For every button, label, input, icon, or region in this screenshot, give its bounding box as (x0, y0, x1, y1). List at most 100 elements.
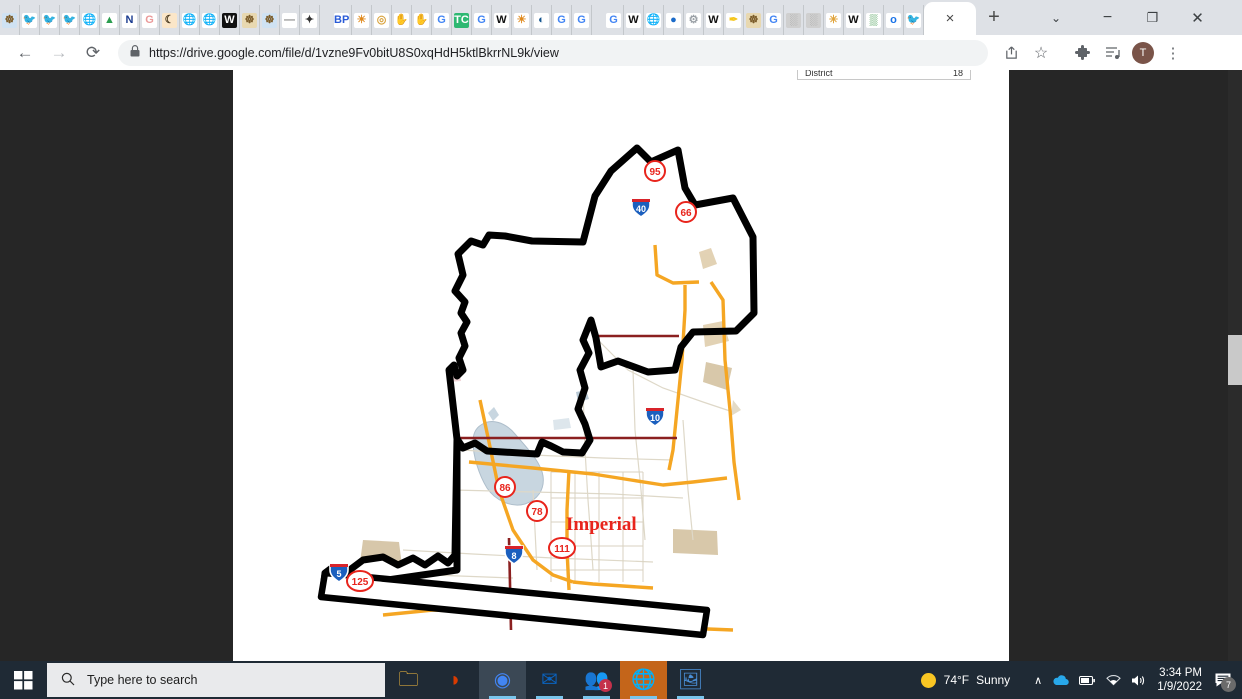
globe-tab[interactable]: 🌐 (200, 5, 220, 35)
favicon-icon: G (606, 12, 621, 28)
blurred-tab[interactable]: ░ (804, 5, 824, 35)
sunburst-tab[interactable]: ◎ (372, 5, 392, 35)
weather-temp: 74°F (943, 673, 970, 687)
google-tab[interactable]: G (552, 5, 572, 35)
notification-center-button[interactable]: 7 (1214, 672, 1236, 692)
close-icon[interactable]: × (946, 11, 955, 26)
favicon-icon: ✒ (726, 12, 741, 28)
bookmark-star-icon[interactable]: ☆ (1026, 38, 1056, 68)
favicon-icon: ▲ (102, 12, 117, 28)
start-button[interactable] (0, 661, 47, 699)
wikipedia-tab[interactable]: W (844, 5, 864, 35)
globe-tab[interactable]: 🌐 (80, 5, 100, 35)
browser-menu-icon[interactable]: ⋮ (1158, 38, 1188, 68)
maximize-button[interactable]: ❐ (1130, 0, 1175, 35)
globe-tab[interactable]: 🌐 (180, 5, 200, 35)
wikipedia-tab[interactable]: W (220, 5, 240, 35)
tc-tab[interactable]: TC (452, 5, 472, 35)
hand-tab[interactable]: ✋ (412, 5, 432, 35)
texas-tab[interactable]: ✦ (300, 5, 320, 35)
favicon-icon: ✋ (414, 12, 429, 28)
forward-icon[interactable]: → (42, 36, 76, 70)
blurred-tab[interactable]: ░ (784, 5, 804, 35)
bluesky-tab[interactable]: ● (664, 5, 684, 35)
address-bar[interactable]: https://drive.google.com/file/d/1vzne9Fv… (118, 39, 988, 66)
avatar[interactable]: T (1132, 41, 1154, 64)
media-list-icon[interactable] (1098, 38, 1128, 68)
back-icon[interactable]: ← (8, 36, 42, 70)
svg-text:86: 86 (499, 483, 511, 494)
twitter-tab[interactable]: 🐦 (20, 5, 40, 35)
globe-tab[interactable]: 🌐 (644, 5, 664, 35)
favicon-icon: 🐦 (22, 12, 37, 28)
onedrive-cloud-icon[interactable] (1052, 674, 1069, 686)
google-tab[interactable]: G (140, 5, 160, 35)
new-tab-button[interactable]: + (976, 0, 1012, 35)
twitter-tab[interactable]: 🐦 (60, 5, 80, 35)
taskbar-app-microsoft-teams[interactable]: 👥 1 (573, 661, 620, 699)
google-tab[interactable]: G (432, 5, 452, 35)
system-tray: 74°F Sunny ∧ 3:34 PM 1/9/2022 7 (920, 661, 1242, 699)
viewer-scrollbar-thumb[interactable] (1228, 335, 1242, 385)
wikipedia-tab[interactable]: W (704, 5, 724, 35)
favicon-icon: N (122, 12, 137, 28)
google-tab[interactable]: G (764, 5, 784, 35)
favicon-icon: 🌐 (82, 12, 97, 28)
taskbar-app-outlook[interactable]: ✉ (526, 661, 573, 699)
tab-search-chevron-down-icon[interactable]: ⌄ (1036, 0, 1076, 35)
taskbar-app-photos[interactable]: 🖼 (667, 661, 714, 699)
volume-icon[interactable] (1131, 674, 1147, 687)
clock[interactable]: 3:34 PM 1/9/2022 (1157, 666, 1202, 694)
taskbar-app-office[interactable]: ◗ (432, 661, 479, 699)
reload-icon[interactable]: ⟳ (76, 36, 110, 70)
battery-icon[interactable] (1079, 675, 1096, 686)
green-tab[interactable]: ▒ (864, 5, 884, 35)
sunburst-tab[interactable]: ☀ (512, 5, 532, 35)
active-tab[interactable]: × (924, 2, 976, 35)
california-seal-tab[interactable]: ☸ (260, 5, 280, 35)
dash-tab[interactable]: ― (280, 5, 300, 35)
favicon-icon: ✋ (394, 12, 409, 28)
bp-tab[interactable]: BP (332, 5, 352, 35)
favicon-icon: ▒ (866, 12, 881, 28)
tab-list: ☸ 🐦 🐦 🐦 🌐 ▲ N G ☾ 🌐 🌐 W ☸ ☸ ― ✦ BP ☀ ◎ ✋ ✋ G TC G W ☀ ◐ G G G W 🌐 ● ⚙ W ✒ ☸ G… (0, 0, 924, 35)
google-drive-tab[interactable]: ▲ (100, 5, 120, 35)
svg-text:5: 5 (336, 569, 341, 579)
twitter-tab[interactable]: 🐦 (904, 5, 924, 35)
shield-i-10: 10 (645, 407, 665, 427)
twitter-tab[interactable]: 🐦 (40, 5, 60, 35)
wikipedia-tab[interactable]: W (624, 5, 644, 35)
taskbar-search-input[interactable]: Type here to search (47, 663, 385, 697)
olin-tab[interactable]: o (884, 5, 904, 35)
hand-tab[interactable]: ✋ (392, 5, 412, 35)
tab-group-gap (320, 5, 332, 35)
sunburst-tab[interactable]: ☀ (352, 5, 372, 35)
california-seal-tab[interactable]: ☸ (0, 5, 20, 35)
tray-expand-chevron-up-icon[interactable]: ∧ (1034, 674, 1042, 687)
minimize-button[interactable]: − (1085, 0, 1130, 35)
wikipedia-tab[interactable]: W (492, 5, 512, 35)
california-seal-tab[interactable]: ☸ (744, 5, 764, 35)
share-icon[interactable] (996, 38, 1026, 68)
google-tab[interactable]: G (472, 5, 492, 35)
california-seal-tab[interactable]: ☸ (240, 5, 260, 35)
close-window-button[interactable]: ✕ (1175, 0, 1220, 35)
snowflake-tab[interactable]: ✳ (824, 5, 844, 35)
crescent-tab[interactable]: ☾ (160, 5, 180, 35)
favicon-icon: ― (282, 12, 297, 28)
extensions-puzzle-icon[interactable] (1068, 38, 1098, 68)
taskbar-app-file-explorer[interactable]: 🗀 (385, 661, 432, 699)
taskbar-app-globe-app[interactable]: 🌐 (620, 661, 667, 699)
google-tab[interactable]: G (572, 5, 592, 35)
nbc-news-tab[interactable]: N (120, 5, 140, 35)
taskbar-app-google-chrome[interactable]: ◉ (479, 661, 526, 699)
shield-sr-111: 111 (548, 537, 576, 559)
favicon-icon: ✳ (826, 12, 841, 28)
pencil-tab[interactable]: ✒ (724, 5, 744, 35)
weather-widget[interactable]: 74°F Sunny (920, 672, 1010, 688)
seal-tab[interactable]: ⚙ (684, 5, 704, 35)
wave-tab[interactable]: ◐ (532, 5, 552, 35)
wifi-icon[interactable] (1106, 674, 1122, 686)
viewer-scrollbar-track[interactable] (1228, 70, 1242, 661)
google-tab[interactable]: G (604, 5, 624, 35)
